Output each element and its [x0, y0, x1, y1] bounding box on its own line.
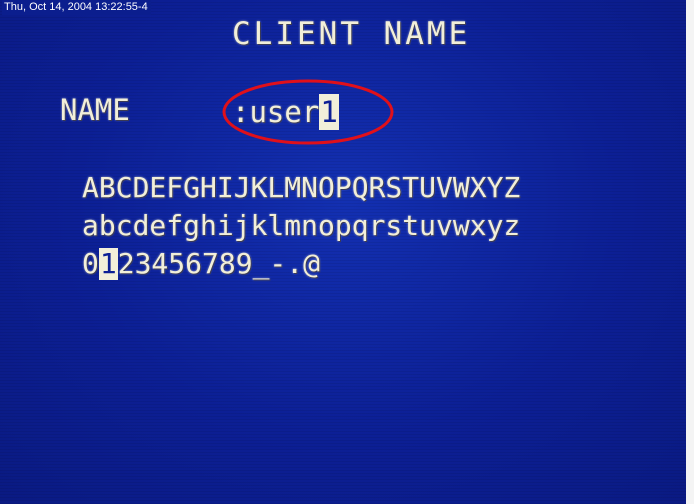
camera-osd-screen: Thu, Oct 14, 2004 13:22:55-4 CLIENT NAME…	[0, 0, 694, 504]
digit-symbol-character-row[interactable]: 0123456789_-.@	[82, 248, 320, 280]
menu-title: CLIENT NAME	[232, 16, 471, 52]
name-label: NAME	[60, 93, 130, 127]
selected-character[interactable]: 1	[98, 248, 118, 280]
highlight-ellipse-annotation	[222, 79, 394, 145]
digits-and-symbols[interactable]: 23456789_-.@	[118, 247, 320, 280]
lowercase-character-row[interactable]: abcdefghijklmnopqrstuvwxyz	[82, 210, 520, 242]
uppercase-character-row[interactable]: ABCDEFGHIJKLMNOPQRSTUVWXYZ	[82, 172, 520, 204]
timestamp-overlay: Thu, Oct 14, 2004 13:22:55-4	[2, 0, 151, 15]
digit-zero[interactable]: 0	[82, 247, 99, 280]
frame-edge	[686, 0, 694, 504]
